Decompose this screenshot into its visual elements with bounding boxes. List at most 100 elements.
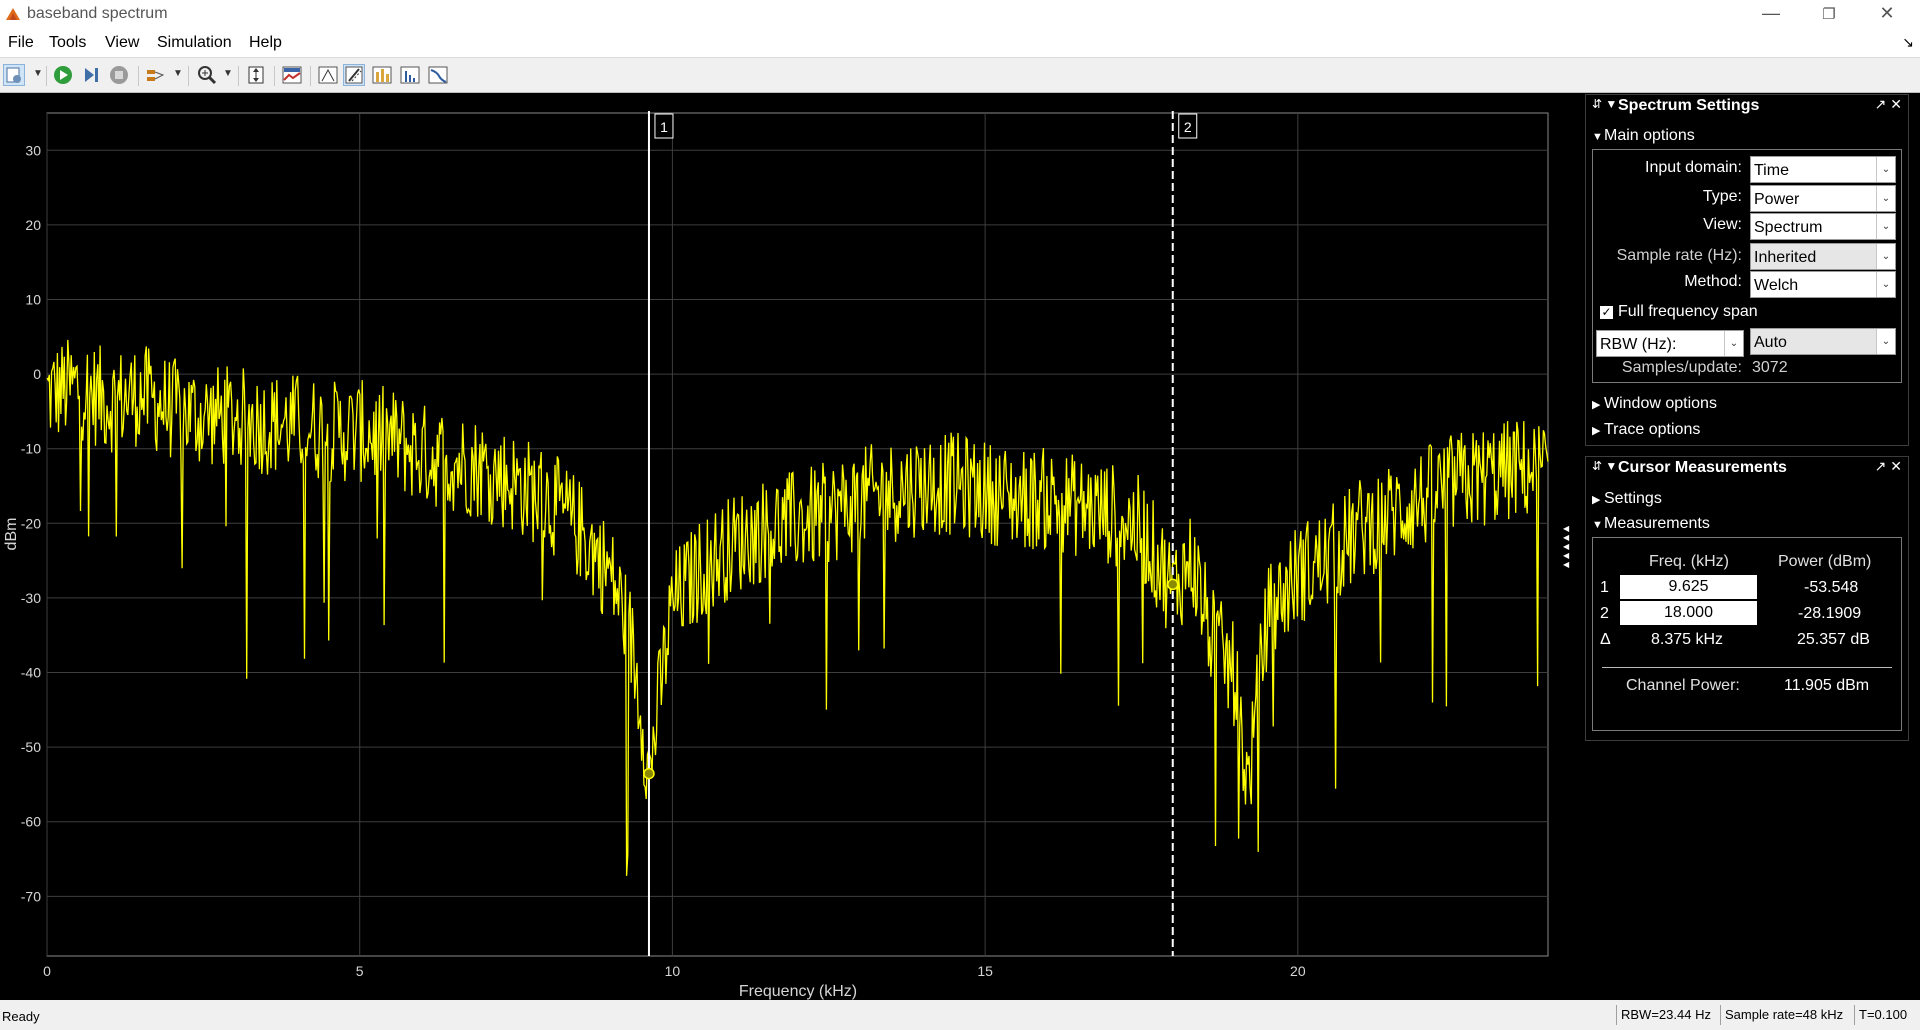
chevron-down-icon: ⌄: [1876, 272, 1895, 297]
chevron-down-icon: ⌄: [1724, 331, 1743, 356]
input-domain-label: Input domain:: [1645, 159, 1742, 176]
plot-axes: [46, 112, 1549, 957]
main-options-label: Main options: [1604, 127, 1695, 144]
sample-rate-combo[interactable]: Inherited ⌄: [1750, 243, 1896, 270]
divider: [1602, 667, 1892, 668]
step-forward-icon[interactable]: [80, 64, 102, 86]
x-tick-label: 15: [977, 963, 993, 979]
menu-help[interactable]: Help: [249, 34, 282, 52]
y-tick-label: 0: [33, 366, 41, 382]
sample-rate-label: Sample rate (Hz):: [1616, 247, 1742, 264]
chevron-down-icon: ⌄: [1876, 244, 1895, 269]
y-tick-label: -20: [21, 515, 41, 531]
undock-icon[interactable]: ↘: [1902, 34, 1914, 51]
status-sample-rate: Sample rate=48 kHz: [1720, 1005, 1847, 1025]
distortion-measurements-icon[interactable]: [399, 64, 421, 86]
window-title: baseband spectrum: [27, 5, 168, 22]
measurements-label: Measurements: [1604, 515, 1710, 532]
y-tick-label: 10: [25, 292, 41, 308]
collapsed-icon: ▶: [1592, 494, 1601, 506]
zoom-in-icon[interactable]: [196, 64, 218, 86]
y-tick-label: 30: [25, 142, 41, 158]
configuration-dropdown-icon[interactable]: ▼: [33, 68, 43, 79]
style-icon[interactable]: [281, 64, 303, 86]
rbw-value: Auto: [1754, 334, 1787, 351]
minimize-icon[interactable]: —: [1756, 3, 1786, 24]
x-tick-label: 10: [665, 963, 681, 979]
rbw-select[interactable]: RBW (Hz): ⌄: [1596, 330, 1744, 357]
stop-icon[interactable]: [108, 64, 130, 86]
y-axis-label: dBm: [3, 518, 20, 551]
title-bar: baseband spectrum — ❐ ✕: [0, 0, 1920, 29]
cursor-measurements-icon[interactable]: [343, 64, 365, 86]
y-tick-labels: 30 20 10 0 -10 -20 -30 -40 -50 -60 -70: [21, 142, 41, 904]
peak-finder-icon[interactable]: [371, 64, 393, 86]
signal-select-dropdown-icon[interactable]: ▼: [173, 68, 183, 79]
freq-header: Freq. (kHz): [1649, 553, 1729, 570]
cursor-1-tag-label: 1: [660, 119, 668, 135]
panel-menu-icon[interactable]: ⇵ ▼: [1592, 459, 1617, 473]
window-options-section[interactable]: ▶ Window options: [1592, 395, 1717, 413]
data-cursors-icon[interactable]: [317, 64, 339, 86]
cursor-2-marker[interactable]: [1167, 578, 1179, 591]
delta-symbol: Δ: [1600, 631, 1611, 648]
x-tick-label: 0: [43, 963, 51, 979]
channel-power-value: 11.905 dBm: [1784, 677, 1870, 694]
matlab-app-icon: [6, 8, 20, 20]
trace-options-section[interactable]: ▶ Trace options: [1592, 421, 1700, 439]
settings-label: Settings: [1604, 490, 1662, 507]
chevron-down-icon: ⌄: [1876, 186, 1895, 211]
status-ready: Ready: [2, 1009, 40, 1024]
trace-options-label: Trace options: [1604, 421, 1701, 438]
spectrum-settings-panel: ⇵ ▼ Spectrum Settings ↗ ✕ ▼Main options …: [1585, 94, 1909, 446]
expanded-icon: ▼: [1592, 131, 1603, 143]
input-domain-value: Time: [1754, 162, 1789, 179]
toolbar: ▼ ▼ ▼: [0, 58, 1920, 93]
close-icon[interactable]: ✕: [1872, 3, 1902, 24]
measurements-section[interactable]: ▼Measurements: [1592, 515, 1710, 533]
chevron-down-icon: ⌄: [1876, 157, 1895, 182]
method-value: Welch: [1754, 277, 1799, 294]
cursor-2-tag-label: 2: [1184, 119, 1192, 135]
ccdf-icon[interactable]: [427, 64, 449, 86]
cursor-2-power: -28.1909: [1798, 605, 1862, 622]
main-options-section[interactable]: ▼Main options: [1592, 127, 1695, 145]
view-select[interactable]: Spectrum ⌄: [1750, 213, 1896, 240]
run-icon[interactable]: [52, 64, 74, 86]
signal-select-icon[interactable]: [145, 64, 167, 86]
panel-close-icon[interactable]: ↗ ✕: [1875, 96, 1902, 113]
y-tick-label: -70: [21, 888, 41, 904]
x-tick-labels: 0 5 10 15 20: [43, 963, 1306, 979]
x-axis-label: Frequency (kHz): [739, 983, 857, 1000]
input-domain-select[interactable]: Time ⌄: [1750, 156, 1896, 183]
samples-update-value: 3072: [1752, 359, 1788, 376]
restore-icon[interactable]: ❐: [1814, 5, 1844, 23]
autoscale-icon[interactable]: [245, 64, 267, 86]
cursor-1-marker[interactable]: [643, 767, 655, 780]
cursor-2-freq-field[interactable]: 18.000: [1620, 601, 1757, 625]
panel-menu-icon[interactable]: ⇵ ▼: [1592, 97, 1617, 111]
configuration-icon[interactable]: [3, 64, 25, 86]
spectrum-settings-title: Spectrum Settings: [1618, 97, 1760, 114]
status-rbw: RBW=23.44 Hz: [1616, 1005, 1715, 1025]
full-frequency-span-checkbox[interactable]: ✓: [1600, 306, 1613, 319]
zoom-dropdown-icon[interactable]: ▼: [223, 68, 233, 79]
method-select[interactable]: Welch ⌄: [1750, 271, 1896, 298]
y-tick-label: -10: [21, 441, 41, 457]
sample-rate-value: Inherited: [1754, 249, 1817, 266]
menu-view[interactable]: View: [105, 34, 139, 52]
panel-close-icon[interactable]: ↗ ✕: [1875, 458, 1902, 475]
y-tick-label: 20: [25, 217, 41, 233]
panel-collapse-icon[interactable]: ◀ ◀ ◀ ◀ ◀: [1563, 524, 1573, 569]
cursor-1-freq-field[interactable]: 9.625: [1620, 575, 1757, 599]
menu-file[interactable]: File: [8, 34, 34, 52]
rbw-combo[interactable]: Auto ⌄: [1750, 328, 1896, 355]
view-label: View:: [1703, 216, 1742, 233]
menu-simulation[interactable]: Simulation: [157, 34, 232, 52]
type-select[interactable]: Power ⌄: [1750, 185, 1896, 212]
menu-tools[interactable]: Tools: [49, 34, 86, 52]
cursor-2-index: 2: [1600, 605, 1609, 622]
x-tick-label: 5: [356, 963, 364, 979]
settings-section[interactable]: ▶ Settings: [1592, 490, 1662, 508]
spectrum-plot[interactable]: 30 20 10 0 -10 -20 -30 -40 -50 -60 -70 0 5 10 15 20 Fr…: [0, 93, 1570, 1000]
